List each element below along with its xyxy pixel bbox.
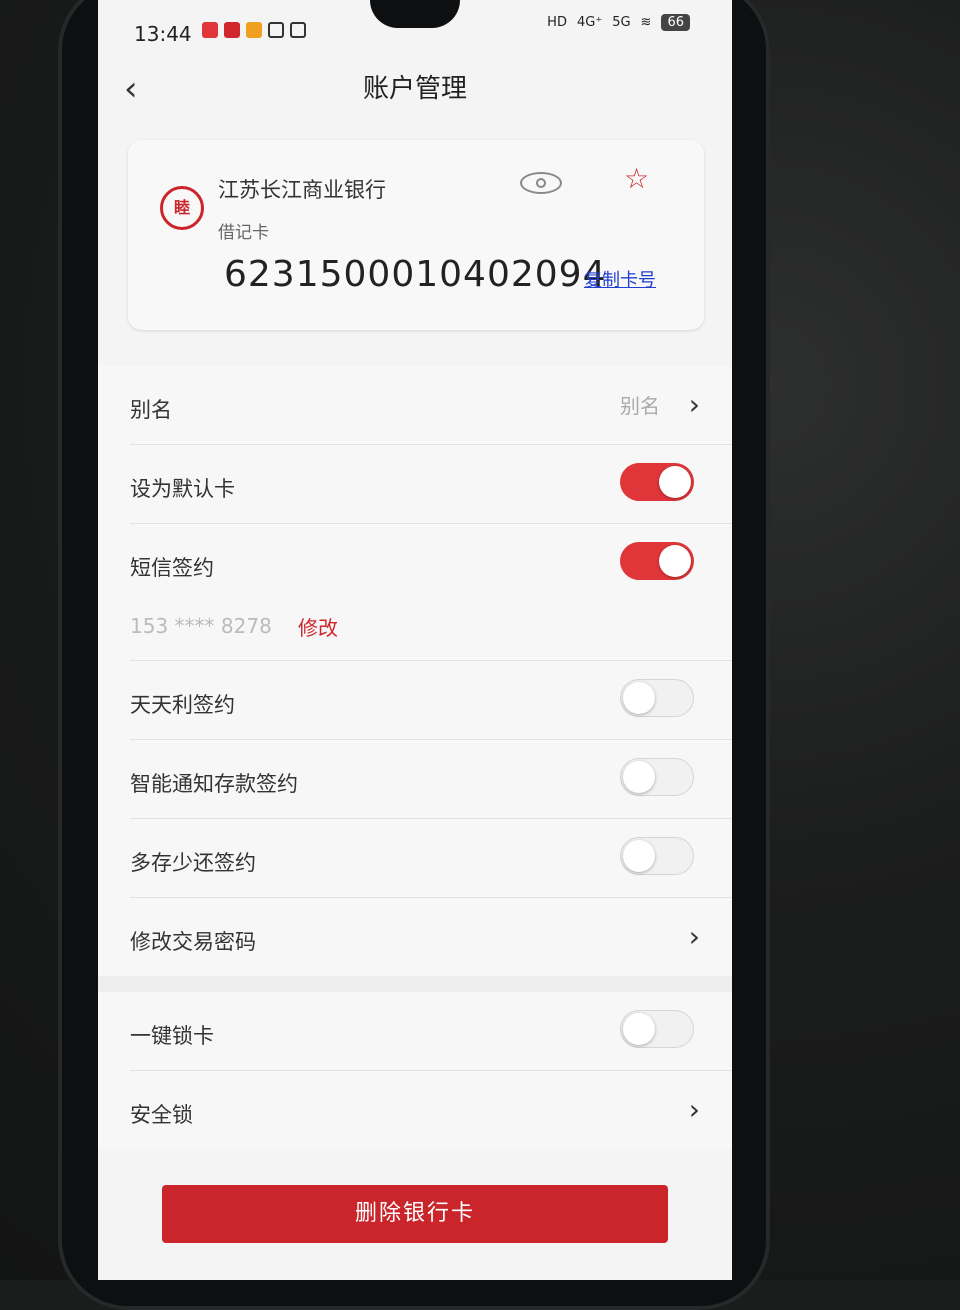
net-5g: 5G — [612, 15, 631, 30]
page-content: 睦 江苏长江商业银行 借记卡 ☆ 6231500010402094 复制卡号 别… — [98, 122, 732, 1243]
default-card-toggle[interactable] — [620, 463, 694, 501]
lock-card-label: 一键锁卡 — [130, 1024, 214, 1048]
app-notification-icon — [202, 22, 218, 38]
app-notification-icon — [246, 22, 262, 38]
bank-logo-icon: 睦 — [160, 186, 204, 230]
lock-card-toggle[interactable] — [620, 1010, 694, 1048]
bank-name: 江苏长江商业银行 — [218, 178, 386, 202]
duocun-row: 多存少还签约 — [130, 819, 732, 898]
app-notification-icon — [224, 22, 240, 38]
change-password-label: 修改交易密码 — [130, 930, 256, 954]
chevron-right-icon: › — [688, 388, 700, 421]
phone-screen: 13:44 HD 4G⁺ 5G ≋ 66 ‹ 账户管理 睦 江苏长江商业银行 借… — [98, 0, 732, 1280]
smart-notice-toggle[interactable] — [620, 758, 694, 796]
section-gap — [98, 976, 732, 992]
app-notification-icon — [268, 22, 284, 38]
mail-icon — [290, 22, 306, 38]
alias-value: 别名 — [620, 394, 660, 418]
sms-modify-link[interactable]: 修改 — [298, 612, 338, 641]
smart-notice-label: 智能通知存款签约 — [130, 772, 298, 796]
sms-toggle[interactable] — [620, 542, 694, 580]
delete-card-button[interactable]: 删除银行卡 — [162, 1185, 668, 1243]
card-number: 6231500010402094 — [224, 254, 607, 295]
delete-wrap: 删除银行卡 — [98, 1185, 732, 1243]
notification-icons — [202, 22, 306, 38]
camera-notch — [370, 0, 460, 28]
wifi-icon: ≋ — [640, 15, 652, 30]
net-4g: 4G⁺ — [576, 15, 603, 30]
default-card-label: 设为默认卡 — [130, 477, 235, 501]
sms-label: 短信签约 — [130, 556, 214, 580]
star-icon[interactable]: ☆ — [624, 162, 649, 195]
sms-row: 短信签约 — [130, 524, 732, 602]
duocun-label: 多存少还签约 — [130, 851, 256, 875]
nav-bar: ‹ 账户管理 — [98, 58, 732, 122]
hd-icon: HD — [547, 15, 567, 30]
tiantianli-label: 天天利签约 — [130, 693, 235, 717]
page-title: 账户管理 — [362, 74, 467, 104]
bank-card: 睦 江苏长江商业银行 借记卡 ☆ 6231500010402094 复制卡号 — [128, 140, 704, 330]
tiantianli-toggle[interactable] — [620, 679, 694, 717]
default-card-row: 设为默认卡 — [130, 445, 732, 524]
alias-label: 别名 — [130, 398, 172, 422]
battery-icon: 66 — [661, 14, 690, 31]
security-lock-row[interactable]: 安全锁 › — [130, 1071, 732, 1149]
security-lock-label: 安全锁 — [130, 1103, 193, 1127]
chevron-right-icon: › — [688, 1093, 700, 1126]
security-group: 一键锁卡 安全锁 › — [98, 992, 732, 1149]
status-time: 13:44 — [134, 22, 192, 46]
settings-group: 别名 别名 › 设为默认卡 短信签约 153 **** 8278 修改 天天利签… — [98, 366, 732, 976]
change-password-row[interactable]: 修改交易密码 › — [130, 898, 732, 976]
chevron-right-icon: › — [688, 920, 700, 953]
card-type: 借记卡 — [218, 223, 269, 243]
copy-card-number-link[interactable]: 复制卡号 — [584, 266, 656, 292]
duocun-toggle[interactable] — [620, 837, 694, 875]
sms-phone-row: 153 **** 8278 修改 — [130, 602, 732, 661]
status-right: HD 4G⁺ 5G ≋ 66 — [547, 14, 690, 31]
alias-row[interactable]: 别名 别名 › — [130, 366, 732, 445]
tiantianli-row: 天天利签约 — [130, 661, 732, 740]
smart-notice-row: 智能通知存款签约 — [130, 740, 732, 819]
eye-icon[interactable] — [520, 172, 562, 194]
lock-card-row: 一键锁卡 — [130, 992, 732, 1071]
sms-phone: 153 **** 8278 — [130, 614, 272, 638]
